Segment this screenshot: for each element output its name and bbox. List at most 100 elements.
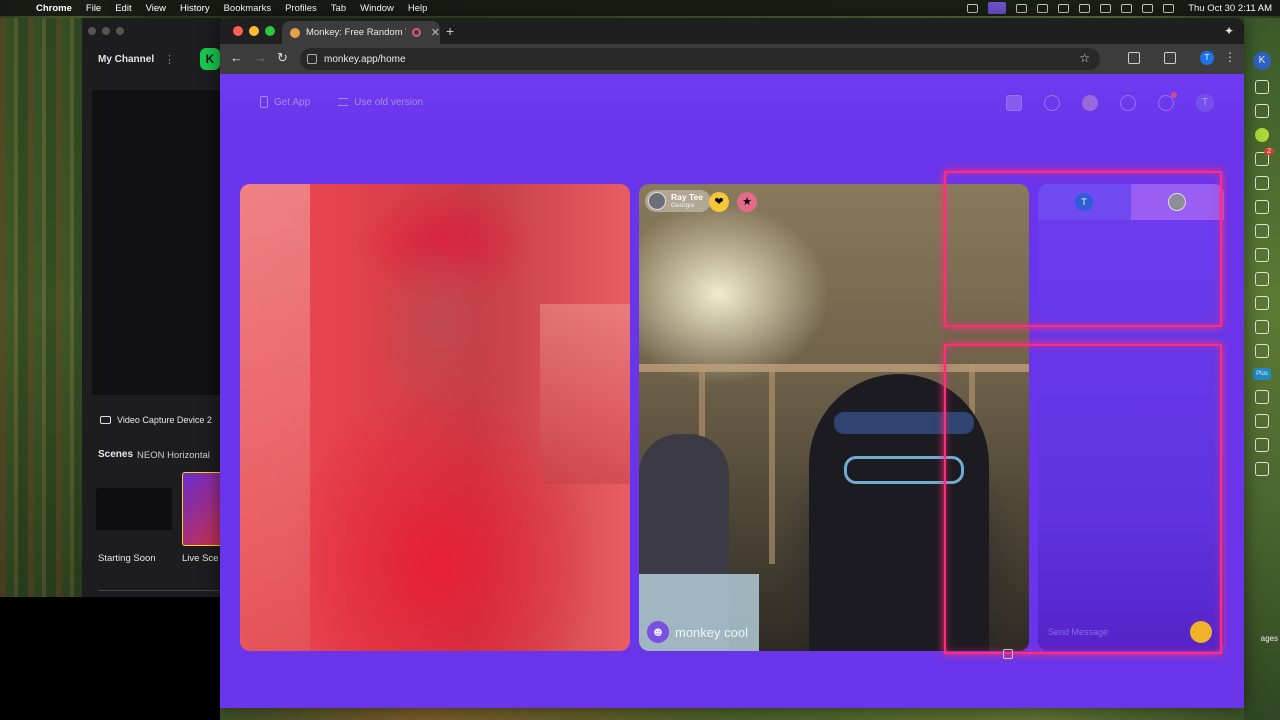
url-text: monkey.app/home [324,53,406,65]
heart-icon[interactable] [1255,272,1269,286]
inactive-window-controls [88,27,124,35]
camera-icon[interactable] [1255,176,1269,190]
forward-button[interactable]: → [254,50,267,65]
shop-icon[interactable] [1006,95,1022,111]
copy-icon[interactable] [1255,104,1269,118]
video-background-detail [240,184,310,651]
info-icon[interactable] [1255,414,1269,428]
scene-collection-dropdown[interactable]: NEON Horizontal [137,450,210,461]
window-controls [233,26,275,36]
tray-adobe-icon[interactable] [967,3,979,13]
plus-badge[interactable]: Plus [1253,368,1271,380]
tray-volume-icon[interactable] [1079,3,1091,13]
gift-emoji-icon[interactable]: ★ [737,192,757,212]
tray-record-icon[interactable] [1058,3,1070,13]
app-logo-icon: K [200,48,220,70]
record-icon[interactable] [1255,200,1269,214]
browser-profile-avatar[interactable]: T [1200,51,1214,65]
menu-profiles[interactable]: Profiles [285,3,317,14]
watermark-text: monkey cool [675,624,748,640]
notification-badge: 2 [1264,148,1274,155]
menu-app[interactable]: Chrome [36,3,72,14]
scene-label-starting-soon: Starting Soon [98,553,156,564]
partner-info-pill[interactable]: Ray Tee Georgia [645,190,711,212]
get-app-link[interactable]: Get App [260,96,310,108]
profile-avatar[interactable]: K [1253,52,1271,70]
coins-icon[interactable] [1082,95,1098,111]
source-label: Video Capture Device 2 [117,415,212,425]
menu-history[interactable]: History [180,3,210,14]
minimize-window-button[interactable] [249,26,259,36]
tray-search-icon[interactable] [1142,3,1154,13]
new-tab-button[interactable]: + [446,23,454,39]
video-background-detail [769,364,775,564]
back-button[interactable]: ← [230,50,243,65]
tab-title: Monkey: Free Random Vid [305,27,406,38]
source-item[interactable]: Video Capture Device 2 [100,415,212,425]
zoom-window-button[interactable] [265,26,275,36]
user-avatar[interactable]: T [1196,94,1214,112]
link-icon[interactable] [1255,296,1269,310]
side-panel-icon[interactable] [1164,52,1176,64]
background-streaming-app: My Channel ⋮ K Video Capture Device 2 Sc… [82,18,222,597]
match-emoji-icon[interactable]: ❤ [709,192,729,212]
bell-icon[interactable]: 2 [1255,148,1274,166]
browser-toolbar: ← → ↻ monkey.app/home ☆ T ⋮ [220,44,1244,74]
layers-icon[interactable] [1255,224,1269,238]
menu-window[interactable]: Window [360,3,394,14]
reload-button[interactable]: ↻ [277,50,288,66]
gear-icon[interactable] [1255,462,1269,476]
desktop-black-area [0,597,220,720]
music-icon[interactable] [1255,320,1269,334]
search-icon[interactable] [1044,95,1060,111]
monkey-page: Get App Use old version T Ray Tee Georgi… [220,74,1244,708]
panel-icon[interactable] [1255,80,1269,94]
history-icon[interactable] [1120,95,1136,111]
tray-screen-icon[interactable] [988,2,1007,14]
monkey-favicon-icon [290,27,300,38]
site-info-icon[interactable] [307,54,317,64]
chat-icon[interactable] [1255,128,1269,142]
tray-cloud-icon[interactable] [1037,3,1049,13]
pen-icon[interactable] [1255,248,1269,262]
help-icon[interactable] [1255,438,1269,452]
tray-control-center-icon[interactable] [1163,3,1175,13]
macos-menubar: Chrome File Edit View History Bookmarks … [0,0,1280,16]
top-nav-left: Get App Use old version [260,96,423,108]
camera-icon [100,416,111,424]
gemini-icon[interactable]: ✦ [1224,24,1234,38]
extensions-icon[interactable] [1128,52,1140,64]
scene-thumbnail-starting-soon[interactable] [96,488,172,530]
menu-view[interactable]: View [146,3,166,14]
menu-help[interactable]: Help [408,3,428,14]
close-tab-icon[interactable]: ✕ [431,26,440,39]
recording-indicator-icon [411,28,421,37]
use-old-version-link[interactable]: Use old version [338,96,423,108]
menu-bookmarks[interactable]: Bookmarks [224,3,272,14]
address-bar[interactable]: monkey.app/home ☆ [300,48,1100,70]
browser-menu-icon[interactable]: ⋮ [1224,50,1236,64]
desktop-wallpaper [0,18,82,598]
scenes-heading: Scenes [98,449,134,460]
scene-thumbnail-live[interactable] [182,472,222,546]
menu-file[interactable]: File [86,3,101,14]
mouse-cursor-icon [1003,649,1013,659]
bookmark-star-icon[interactable]: ☆ [1079,51,1090,65]
tray-battery-icon[interactable] [1100,3,1112,13]
menu-edit[interactable]: Edit [115,3,131,14]
tab-strip: Monkey: Free Random Vid ✕ + ✦ [220,18,1244,44]
divider [98,590,222,591]
more-icon[interactable]: ⋮ [164,53,175,66]
close-window-button[interactable] [233,26,243,36]
menubar-clock[interactable]: Thu Oct 30 2:11 AM [1188,3,1272,14]
neon-overlay-frame [944,344,1222,654]
menu-tab[interactable]: Tab [331,3,346,14]
tray-wifi-icon[interactable] [1121,3,1133,13]
messages-icon[interactable] [1158,92,1177,111]
tray-link-icon[interactable] [1016,3,1028,13]
neon-overlay-frame [944,171,1222,327]
partner-location: Georgia [671,201,695,209]
tab-monkey[interactable]: Monkey: Free Random Vid ✕ [282,21,440,44]
trash-icon[interactable] [1255,344,1269,358]
people-icon[interactable] [1255,390,1269,404]
